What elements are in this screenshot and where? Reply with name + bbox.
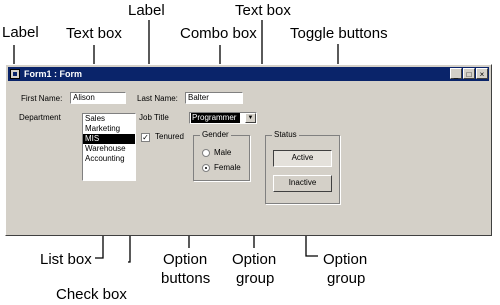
- status-option-group: Status Active Inactive: [265, 130, 340, 204]
- status-legend: Status: [272, 130, 299, 140]
- form-icon[interactable]: [10, 69, 20, 79]
- callout-text-box-1: Text box: [66, 25, 122, 42]
- department-label: Department: [19, 113, 61, 122]
- last-name-label: Last Name:: [137, 94, 178, 103]
- department-listbox[interactable]: Sales Marketing MIS Warehouse Accounting: [82, 113, 136, 181]
- callout-option-buttons-line1: Option: [163, 251, 208, 268]
- callout-toggle-buttons: Toggle buttons: [290, 25, 388, 42]
- department-list-item[interactable]: Accounting: [83, 154, 135, 164]
- status-inactive-toggle[interactable]: Inactive: [273, 175, 332, 192]
- window-title: Form1 : Form: [24, 69, 83, 79]
- job-title-label: Job Title: [139, 113, 169, 122]
- last-name-textbox[interactable]: Balter: [185, 92, 243, 104]
- job-title-value: Programmer: [191, 113, 240, 123]
- callout-label-1: Label: [2, 24, 39, 41]
- status-active-toggle[interactable]: Active: [273, 150, 332, 167]
- callout-check-box: Check box: [56, 286, 127, 303]
- department-list-item[interactable]: MIS: [83, 134, 135, 144]
- callout-label-2: Label: [128, 2, 165, 19]
- close-icon[interactable]: ×: [476, 68, 488, 79]
- callout-option-group-status-line1: Option: [323, 251, 368, 268]
- callout-option-buttons-line2: buttons: [161, 270, 211, 287]
- job-title-combobox[interactable]: Programmer ▼: [189, 112, 257, 124]
- gender-male-label: Male: [214, 148, 232, 157]
- gender-option-group: Gender Male Female: [193, 130, 250, 181]
- form-window: Form1 : Form _ □ × First Name: Alison La…: [5, 64, 492, 236]
- callout-list-box: List box: [40, 251, 92, 268]
- title-bar[interactable]: Form1 : Form _ □ ×: [8, 67, 489, 81]
- minimize-icon[interactable]: _: [450, 68, 462, 79]
- gender-male-radio[interactable]: [202, 149, 210, 157]
- tenured-label: Tenured: [155, 132, 184, 141]
- callout-text-box-2: Text box: [235, 2, 291, 19]
- first-name-textbox[interactable]: Alison: [70, 92, 126, 104]
- gender-legend: Gender: [200, 130, 231, 140]
- dropdown-arrow-icon[interactable]: ▼: [245, 113, 256, 123]
- callout-option-group-gender-line2: group: [236, 270, 275, 287]
- gender-female-radio[interactable]: [202, 164, 210, 172]
- checkmark-icon: ✓: [142, 133, 149, 142]
- callout-option-group-gender-line1: Option: [232, 251, 277, 268]
- department-list-item[interactable]: Marketing: [83, 124, 135, 134]
- department-list-item[interactable]: Sales: [83, 114, 135, 124]
- tenured-checkbox[interactable]: ✓: [141, 133, 150, 142]
- department-list-item[interactable]: Warehouse: [83, 144, 135, 154]
- callout-combo-box: Combo box: [180, 25, 257, 42]
- gender-female-label: Female: [214, 163, 241, 172]
- first-name-label: First Name:: [21, 94, 63, 103]
- callout-option-group-status-line2: group: [327, 270, 366, 287]
- maximize-icon[interactable]: □: [463, 68, 475, 79]
